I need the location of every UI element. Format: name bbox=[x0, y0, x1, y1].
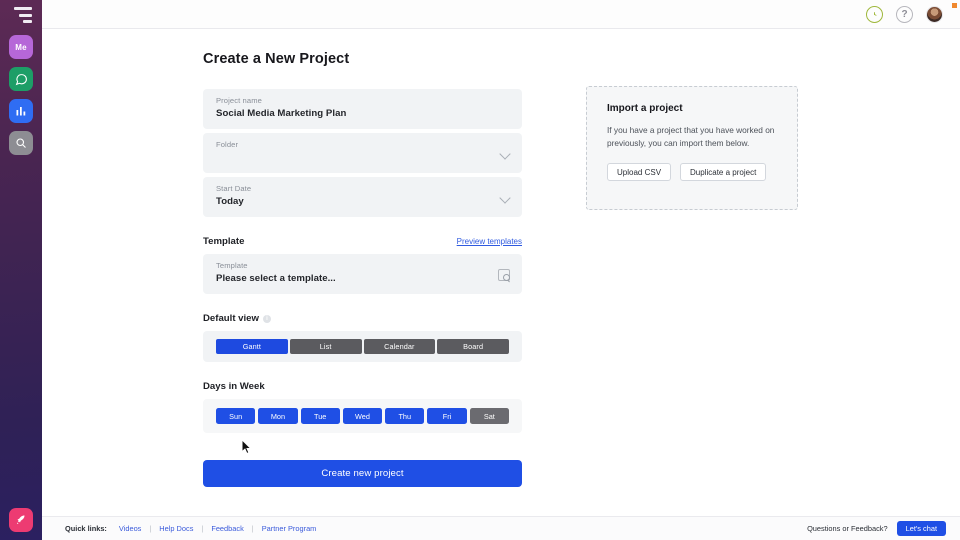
footer-link-videos[interactable]: Videos bbox=[119, 524, 141, 533]
day-toggle-mon[interactable]: Mon bbox=[258, 408, 298, 424]
search-icon bbox=[16, 138, 26, 148]
project-name-field[interactable]: Project name Social Media Marketing Plan bbox=[203, 89, 522, 129]
template-section-title: Template bbox=[203, 236, 245, 247]
folder-label: Folder bbox=[216, 140, 239, 149]
view-option-board[interactable]: Board bbox=[437, 339, 509, 354]
default-view-header: Default view i bbox=[203, 313, 522, 324]
app-root: Me ? Create a New Project Project name S… bbox=[0, 0, 960, 540]
days-in-week-control: Sun Mon Tue Wed Thu Fri Sat bbox=[203, 399, 522, 433]
info-icon[interactable]: i bbox=[262, 314, 271, 323]
project-form: Project name Social Media Marketing Plan… bbox=[203, 89, 522, 487]
preview-templates-link[interactable]: Preview templates bbox=[457, 237, 522, 246]
start-date-field[interactable]: Start Date Today bbox=[203, 177, 522, 217]
main-content: Create a New Project Project name Social… bbox=[42, 29, 960, 516]
import-card-description: If you have a project that you have work… bbox=[607, 125, 775, 148]
default-view-segmented-control: Gantt List Calendar Board bbox=[203, 331, 522, 362]
project-name-value: Social Media Marketing Plan bbox=[216, 108, 347, 119]
template-label: Template bbox=[216, 261, 248, 270]
notification-dot bbox=[952, 3, 957, 8]
footer-link-partner-program[interactable]: Partner Program bbox=[262, 524, 317, 533]
bar-chart-icon bbox=[16, 107, 26, 116]
template-field[interactable]: Template Please select a template... bbox=[203, 254, 522, 294]
day-toggle-tue[interactable]: Tue bbox=[300, 408, 340, 424]
template-section-header: Template Preview templates bbox=[203, 236, 522, 247]
mouse-cursor bbox=[241, 439, 252, 454]
view-option-calendar[interactable]: Calendar bbox=[363, 339, 436, 354]
footer-separator: | bbox=[201, 524, 204, 533]
user-avatar[interactable] bbox=[926, 5, 943, 23]
sidebar-item-reports[interactable] bbox=[9, 99, 33, 123]
default-view-title: Default view bbox=[203, 313, 259, 324]
questions-label: Questions or Feedback? bbox=[807, 524, 888, 533]
days-in-week-header: Days in Week bbox=[203, 381, 522, 392]
chevron-down-icon[interactable] bbox=[499, 148, 511, 160]
day-toggle-wed[interactable]: Wed bbox=[342, 408, 383, 424]
footer-bar: Quick links: Videos | Help Docs | Feedba… bbox=[42, 516, 960, 540]
page-title: Create a New Project bbox=[203, 51, 350, 67]
footer-separator: | bbox=[251, 524, 254, 533]
footer-link-feedback[interactable]: Feedback bbox=[211, 524, 243, 533]
sidebar-item-rocket[interactable] bbox=[9, 508, 33, 532]
folder-field[interactable]: Folder bbox=[203, 133, 522, 173]
project-name-label: Project name bbox=[216, 96, 262, 105]
sidebar-item-me[interactable]: Me bbox=[9, 35, 33, 59]
day-toggle-fri[interactable]: Fri bbox=[427, 408, 467, 424]
create-new-project-button[interactable]: Create new project bbox=[203, 460, 522, 487]
day-toggle-thu[interactable]: Thu bbox=[385, 408, 425, 424]
day-toggle-sun[interactable]: Sun bbox=[216, 408, 256, 424]
duplicate-project-button[interactable]: Duplicate a project bbox=[680, 163, 767, 182]
view-option-list[interactable]: List bbox=[289, 339, 362, 354]
help-icon[interactable]: ? bbox=[896, 5, 913, 23]
lets-chat-button[interactable]: Let's chat bbox=[896, 521, 946, 536]
start-date-value: Today bbox=[216, 196, 244, 207]
me-avatar-icon: Me bbox=[15, 42, 27, 52]
sidebar-item-search[interactable] bbox=[9, 131, 33, 155]
import-project-card: Import a project If you have a project t… bbox=[586, 86, 798, 210]
start-date-label: Start Date bbox=[216, 184, 252, 193]
chat-bubble-icon bbox=[15, 73, 27, 85]
template-value: Please select a template... bbox=[216, 273, 336, 284]
view-option-gantt[interactable]: Gantt bbox=[216, 339, 288, 354]
left-sidebar: Me bbox=[0, 0, 42, 540]
import-card-actions: Upload CSV Duplicate a project bbox=[607, 163, 777, 182]
clock-icon[interactable] bbox=[866, 5, 883, 23]
quick-links-label: Quick links: bbox=[65, 524, 107, 533]
template-search-icon[interactable] bbox=[498, 269, 510, 281]
top-header: ? bbox=[42, 0, 960, 29]
hamburger-logo-icon[interactable] bbox=[10, 7, 32, 23]
header-icon-group: ? bbox=[866, 5, 943, 23]
import-card-title: Import a project bbox=[607, 103, 683, 114]
days-in-week-title: Days in Week bbox=[203, 381, 265, 392]
day-toggle-sat[interactable]: Sat bbox=[469, 408, 509, 424]
footer-link-help-docs[interactable]: Help Docs bbox=[159, 524, 193, 533]
upload-csv-button[interactable]: Upload CSV bbox=[607, 163, 672, 182]
help-glyph: ? bbox=[901, 8, 908, 20]
sidebar-item-chat[interactable] bbox=[9, 67, 33, 91]
rocket-icon bbox=[17, 515, 25, 524]
quick-links: Quick links: Videos | Help Docs | Feedba… bbox=[65, 524, 316, 533]
footer-separator: | bbox=[149, 524, 152, 533]
footer-chat-group: Questions or Feedback? Let's chat bbox=[807, 521, 946, 536]
default-view-title-group: Default view i bbox=[203, 313, 271, 324]
